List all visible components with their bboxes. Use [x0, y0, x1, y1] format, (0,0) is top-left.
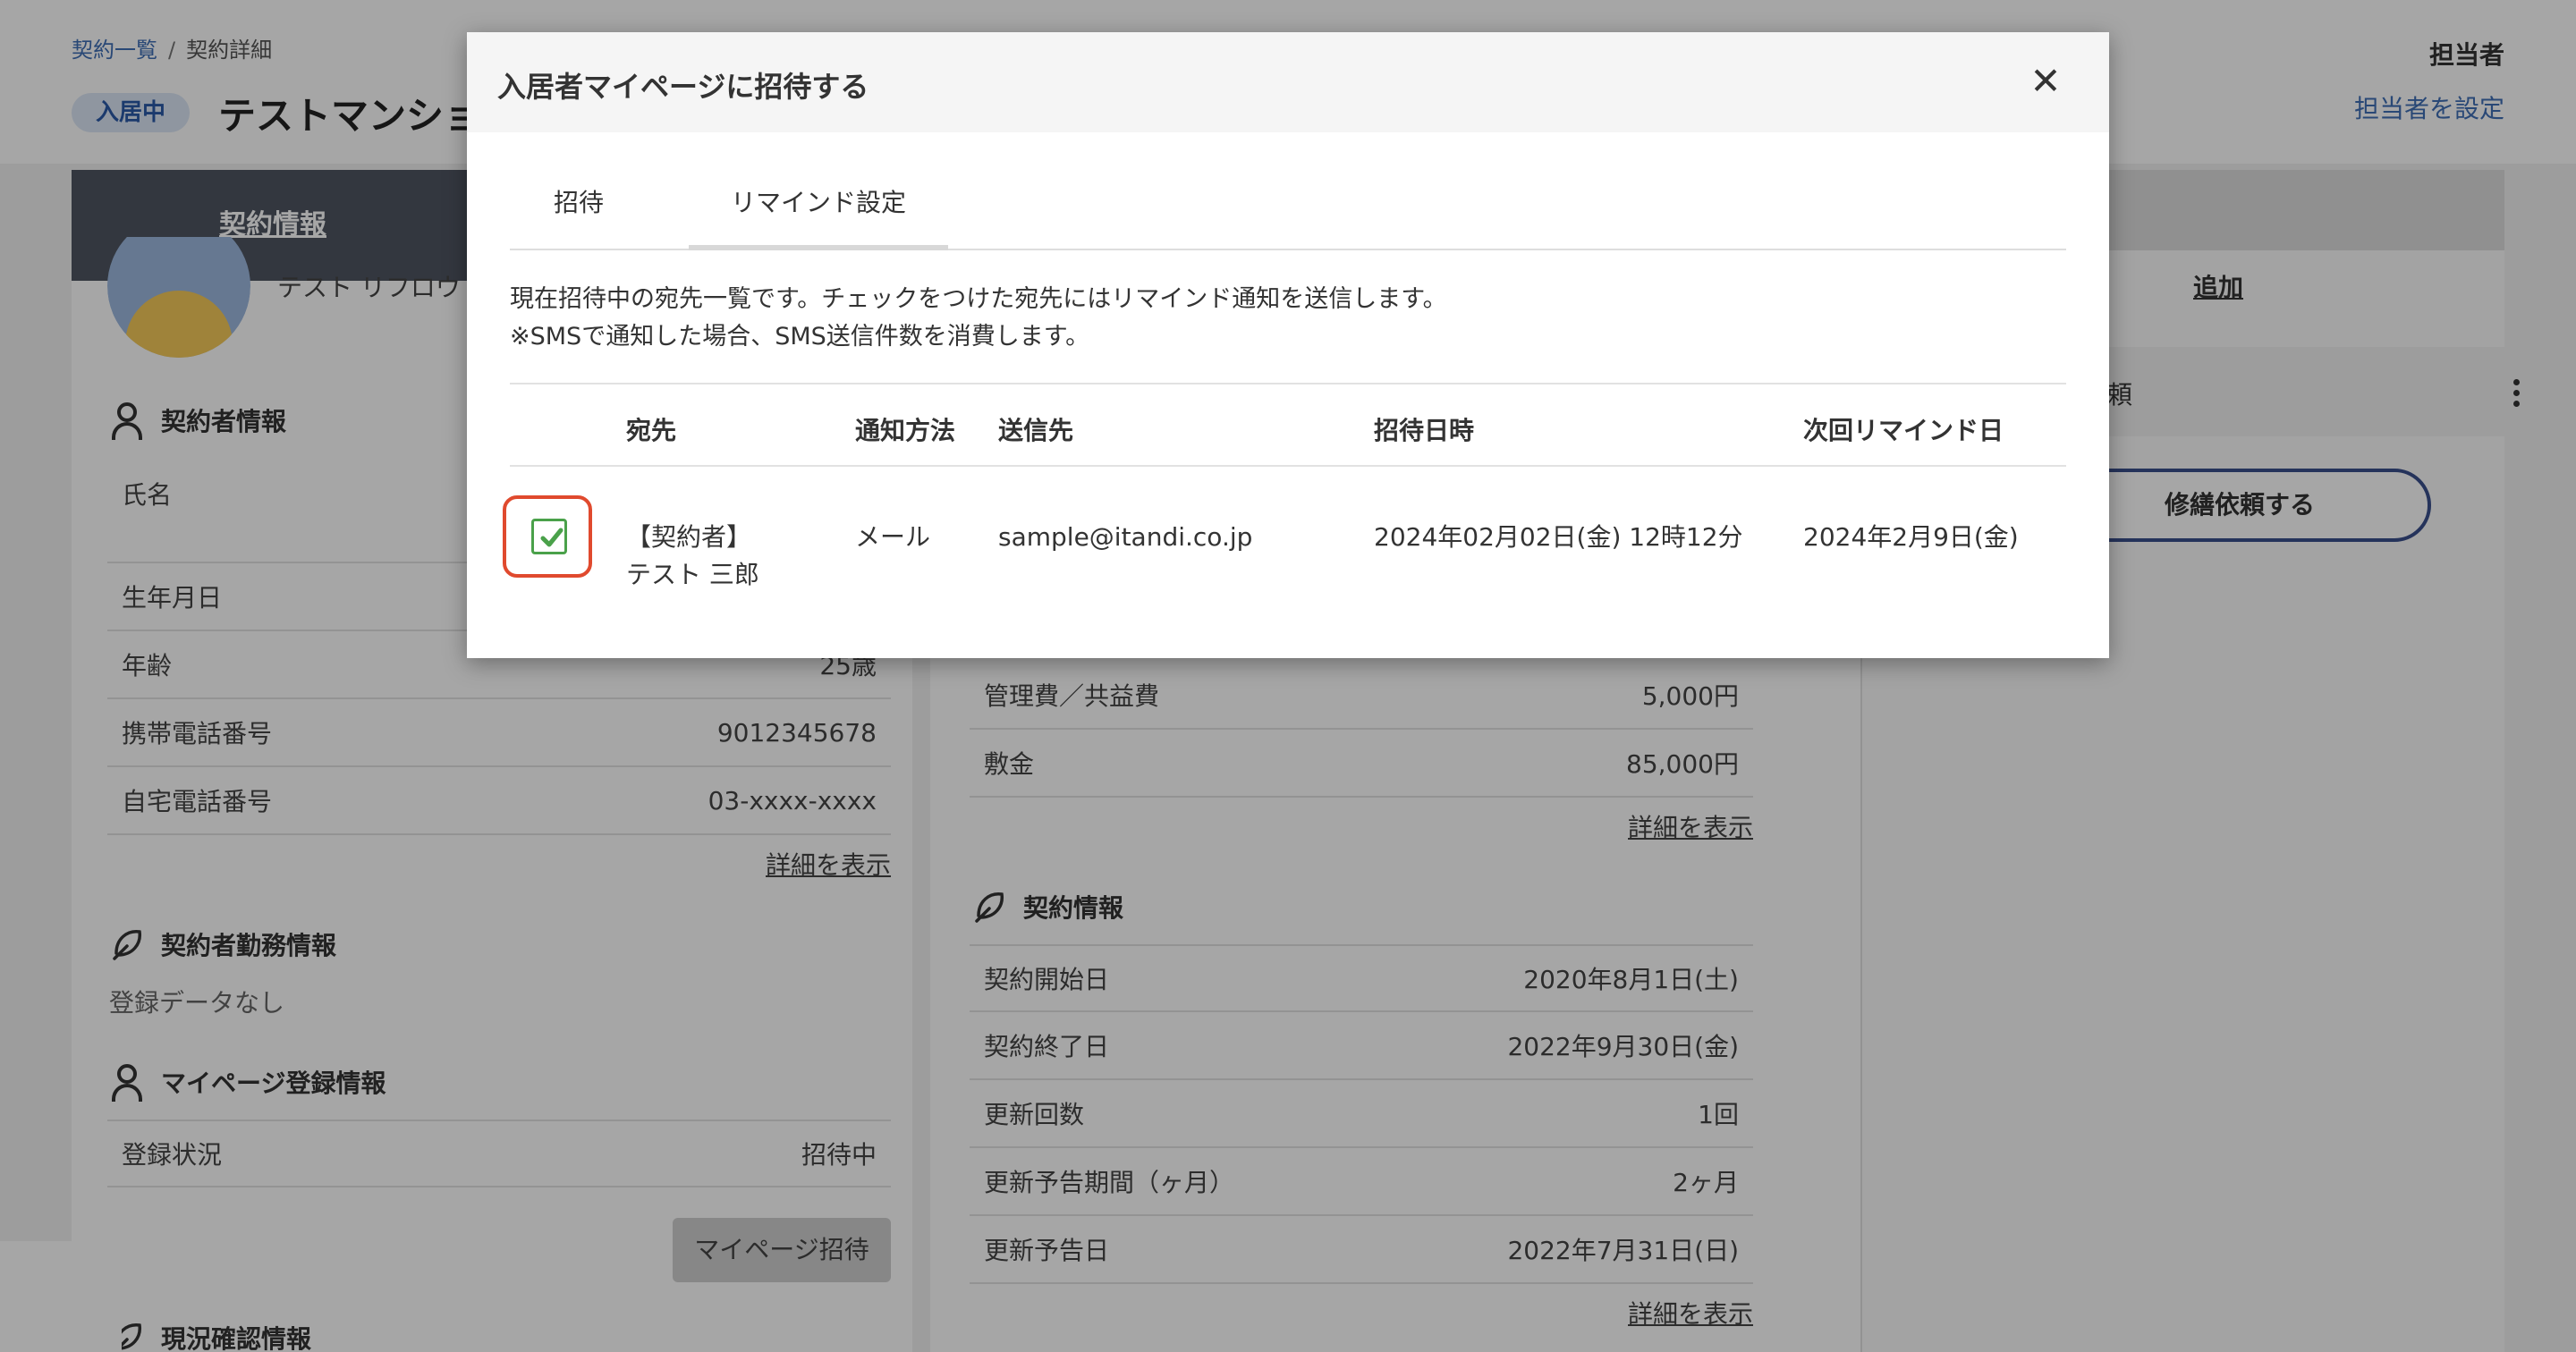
remind-checkbox[interactable]	[531, 519, 567, 554]
recipient-name: テスト 三郎	[626, 560, 759, 589]
method-cell: メール	[855, 522, 931, 552]
modal-title: 入居者マイページに招待する	[497, 70, 869, 104]
modal-description: 現在招待中の宛先一覧です。チェックをつけた宛先にはリマインド通知を送信します。 …	[510, 281, 1447, 356]
description-line: ※SMSで通知した場合、SMS送信件数を消費します。	[510, 323, 1090, 351]
tab-invite[interactable]: 招待	[510, 165, 648, 250]
col-invited-at: 招待日時	[1374, 416, 1475, 445]
invited-at-cell: 2024年02月02日(金) 12時12分	[1374, 522, 1743, 552]
tab-remind-settings[interactable]: リマインド設定	[689, 165, 948, 250]
invite-modal: 入居者マイページに招待する ✕ 招待 リマインド設定 現在招待中の宛先一覧です。…	[467, 32, 2109, 658]
recipient-cell: 【契約者】 テスト 三郎	[626, 519, 759, 594]
modal-tabs: 招待 リマインド設定	[510, 165, 2066, 250]
modal-header: 入居者マイページに招待する ✕	[467, 32, 2109, 132]
check-icon	[539, 523, 564, 550]
col-next-remind: 次回リマインド日	[1803, 416, 2004, 445]
description-line: 現在招待中の宛先一覧です。チェックをつけた宛先にはリマインド通知を送信します。	[510, 285, 1447, 313]
next-remind-cell: 2024年2月9日(金)	[1803, 522, 2019, 552]
col-destination: 送信先	[998, 416, 1074, 445]
col-method: 通知方法	[855, 416, 956, 445]
close-icon[interactable]: ✕	[2023, 59, 2068, 104]
recipient-role: 【契約者】	[626, 522, 752, 552]
col-recipient: 宛先	[626, 416, 677, 445]
destination-cell: sample@itandi.co.jp	[998, 522, 1253, 552]
table-header: 宛先 通知方法 送信先 招待日時 次回リマインド日	[510, 383, 2066, 467]
